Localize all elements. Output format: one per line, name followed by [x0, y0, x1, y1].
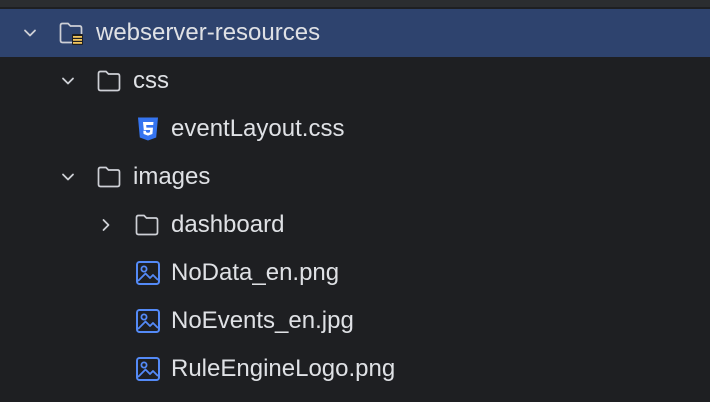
- image-file-icon: [136, 261, 160, 285]
- tree-item-label: images: [133, 163, 211, 190]
- chevron-down-icon[interactable]: [23, 26, 37, 40]
- chevron-down-icon[interactable]: [61, 74, 75, 88]
- tree-item-label: NoEvents_en.jpg: [171, 307, 354, 334]
- tree-item-eventlayout-css[interactable]: eventLayout.css: [0, 105, 710, 153]
- image-file-icon: [136, 357, 160, 381]
- tree-item-label: webserver-resources: [96, 19, 321, 46]
- tree-item-label: NoData_en.png: [171, 259, 340, 286]
- chevron-down-icon[interactable]: [61, 170, 75, 184]
- tree-item-images-folder[interactable]: images: [0, 153, 710, 201]
- tree-item-file[interactable]: NoEvents_en.jpg: [0, 297, 710, 345]
- tree-item-file[interactable]: NoData_en.png: [0, 249, 710, 297]
- tree-item-dashboard-folder[interactable]: dashboard: [0, 201, 710, 249]
- folder-icon: [97, 70, 121, 92]
- tree-item-label: dashboard: [171, 211, 285, 238]
- tree-item-label: RuleEngineLogo.png: [171, 355, 396, 382]
- tree-item-label: eventLayout.css: [171, 115, 345, 142]
- image-file-icon: [136, 309, 160, 333]
- css-file-icon: [138, 117, 158, 141]
- tree-item-label: css: [133, 67, 169, 94]
- tree-item-webserver-resources[interactable]: webserver-resources: [0, 9, 710, 57]
- tree-item-css-folder[interactable]: css: [0, 57, 710, 105]
- folder-icon: [97, 166, 121, 188]
- project-tree: webserver-resources css eventLayout.css …: [0, 0, 710, 402]
- module-folder-icon: [59, 22, 83, 45]
- folder-icon: [135, 214, 159, 236]
- tree-item-file[interactable]: RuleEngineLogo.png: [0, 345, 710, 393]
- chevron-right-icon[interactable]: [99, 218, 113, 232]
